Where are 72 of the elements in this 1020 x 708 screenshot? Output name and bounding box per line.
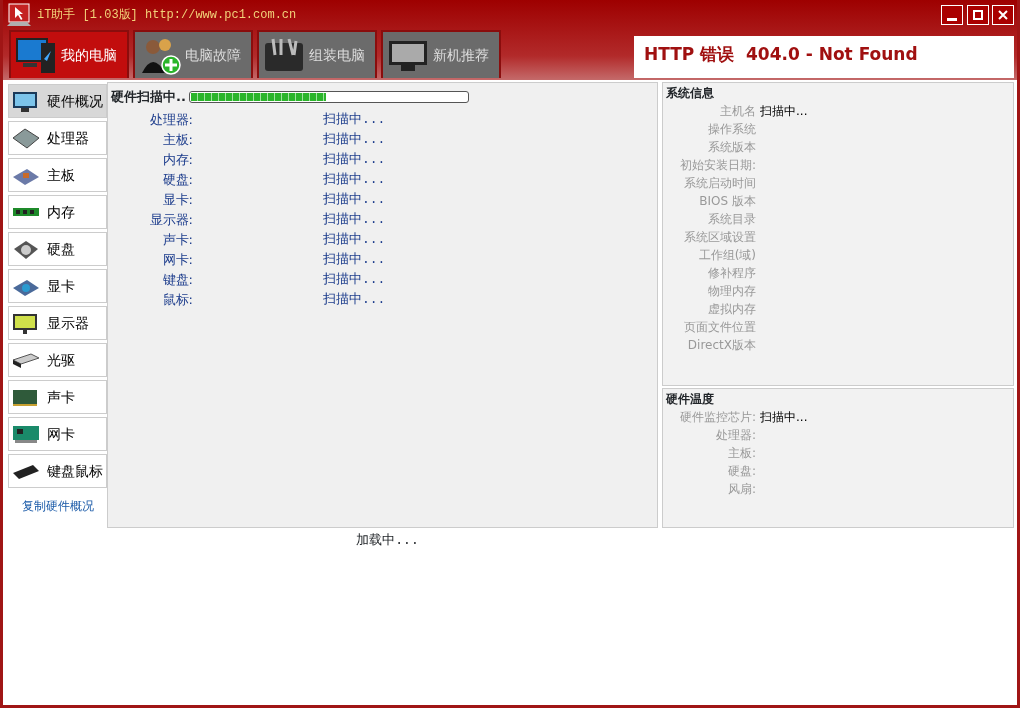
field-value: 扫描中... <box>323 211 387 229</box>
field-label: 主机名 <box>719 103 756 120</box>
sidebar-item[interactable]: 硬件概况 <box>8 84 107 118</box>
sidebar-item[interactable]: 硬盘 <box>8 232 107 266</box>
minimize-button[interactable] <box>941 5 964 25</box>
minimize-icon <box>947 17 958 21</box>
field-value: 扫描中... <box>323 151 387 169</box>
computer-icon <box>15 35 57 75</box>
field-label: DirectX版本 <box>686 337 756 354</box>
field-label: 系统区域设置 <box>683 229 756 246</box>
sidebar-item[interactable]: 内存 <box>8 195 107 229</box>
field-label: 显卡: <box>161 191 193 209</box>
field-value: 扫描中... <box>323 251 387 269</box>
field-label: 页面文件位置 <box>683 319 756 336</box>
nav-tab[interactable]: 组装电脑 <box>257 30 377 78</box>
sidebar-item[interactable]: 显示器 <box>8 306 107 340</box>
field-label: 硬件监控芯片: <box>678 409 756 426</box>
sidebar-item[interactable]: 光驱 <box>8 343 107 377</box>
field-label: 处理器: <box>714 427 756 444</box>
field-label: 修补程序 <box>707 265 756 282</box>
nav-tab[interactable]: 新机推荐 <box>381 30 501 78</box>
error-heading: HTTP 错误 404.0 - Not Found <box>644 43 919 66</box>
field-label: 系统启动时间 <box>683 175 756 192</box>
field-value: 扫描中... <box>760 409 808 426</box>
field-label: 声卡: <box>161 231 193 249</box>
sidebar-item[interactable]: 声卡 <box>8 380 107 414</box>
field-value: 扫描中... <box>323 291 387 309</box>
loading-text: 加载中... <box>356 533 419 548</box>
field-label: 风扇: <box>726 481 756 498</box>
field-label: 硬盘: <box>161 171 193 189</box>
sidebar-item[interactable]: 处理器 <box>8 121 107 155</box>
field-label: 系统目录 <box>707 211 756 228</box>
field-value: 扫描中... <box>323 231 387 249</box>
field-label: 主板: <box>726 445 756 462</box>
sidebar-item[interactable]: 显卡 <box>8 269 107 303</box>
field-label: 键盘: <box>161 271 193 289</box>
close-button[interactable] <box>991 5 1014 25</box>
sidebar-item[interactable]: 主板 <box>8 158 107 192</box>
scan-title: 硬件扫描中.. <box>111 88 186 106</box>
copy-overview-link[interactable]: 复制硬件概况 <box>8 497 107 515</box>
maximize-button[interactable] <box>966 5 989 25</box>
field-label: 处理器: <box>148 111 193 129</box>
field-label: 鼠标: <box>161 291 193 309</box>
maximize-icon <box>971 9 984 21</box>
nav-tab[interactable]: 我的电脑 <box>9 30 129 78</box>
section-title: 硬件温度 <box>666 391 715 408</box>
field-label: 物理内存 <box>707 283 756 300</box>
close-icon <box>996 9 1009 21</box>
field-label: 主板: <box>161 131 193 149</box>
field-value: 扫描中... <box>323 111 387 129</box>
sidebar-item[interactable]: 网卡 <box>8 417 107 451</box>
field-value: 扫描中... <box>323 271 387 289</box>
section-title: 系统信息 <box>666 85 715 102</box>
field-value: 扫描中... <box>323 131 387 149</box>
nav-tab[interactable]: 电脑故障 <box>133 30 253 78</box>
field-label: BIOS 版本 <box>698 193 756 210</box>
field-label: 内存: <box>161 151 193 169</box>
field-label: 操作系统 <box>707 121 756 138</box>
field-value: 扫描中... <box>323 171 387 189</box>
field-label: 系统版本 <box>707 139 756 156</box>
field-label: 硬盘: <box>726 463 756 480</box>
field-label: 网卡: <box>161 251 193 269</box>
field-label: 显示器: <box>148 211 193 229</box>
cursor-logo-icon <box>7 3 31 27</box>
field-value: 扫描中... <box>760 103 808 120</box>
chip-icon <box>11 126 41 150</box>
field-label: 工作组(域) <box>697 247 756 264</box>
sidebar-item[interactable]: 键盘鼠标 <box>8 454 107 488</box>
field-label: 初始安装日期: <box>678 157 756 174</box>
window-title: iT助手 [1.03版] http://www.pc1.com.cn <box>37 7 297 24</box>
field-label: 虚拟内存 <box>707 301 756 318</box>
field-value: 扫描中... <box>323 191 387 209</box>
